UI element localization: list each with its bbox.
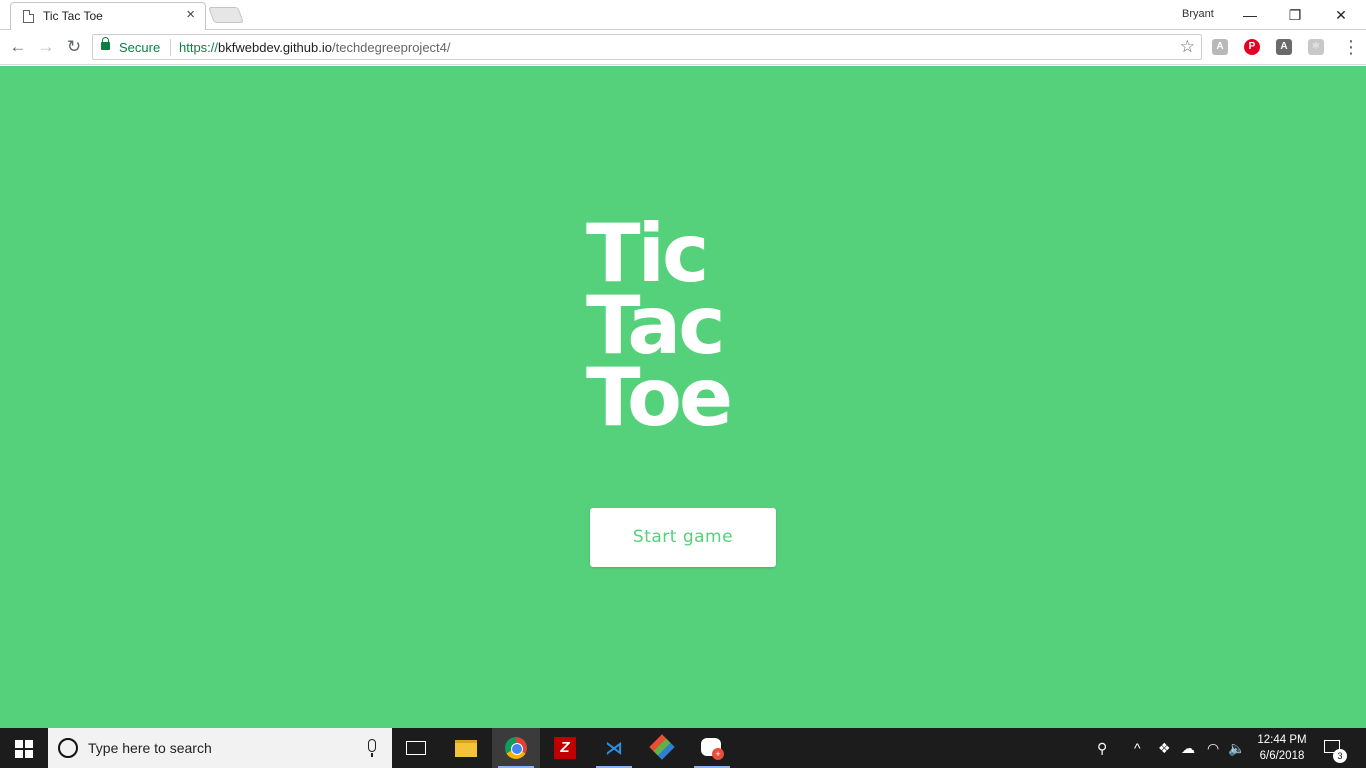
notification-count-badge: 3 — [1333, 749, 1347, 763]
lock-icon — [101, 37, 110, 50]
back-button[interactable]: ← — [7, 36, 29, 58]
discord-badge: + — [712, 748, 724, 760]
security-label[interactable]: Secure — [119, 40, 160, 55]
chrome-icon — [505, 737, 527, 759]
restore-button[interactable]: ❐ — [1280, 4, 1310, 26]
start-screen: Tic Tac Toe Start game — [0, 66, 1366, 728]
browser-menu-icon[interactable]: ⋮ — [1342, 36, 1360, 58]
url-host: bkfwebdev.github.io — [218, 40, 332, 55]
close-window-button[interactable]: ✕ — [1326, 4, 1356, 26]
tab-title: Tic Tac Toe — [43, 9, 103, 23]
pinterest-extension-icon[interactable]: P — [1244, 39, 1260, 55]
browser-tab-strip: Tic Tac Toe × Bryant — ❐ ✕ — [0, 0, 1366, 30]
wifi-icon[interactable]: ◠ — [1207, 740, 1219, 756]
reload-button[interactable]: ↻ — [63, 36, 85, 58]
bookmark-star-icon[interactable]: ☆ — [1180, 37, 1195, 57]
git-taskbar-button[interactable] — [639, 728, 687, 768]
react-devtools-icon[interactable]: ⚛ — [1308, 39, 1324, 55]
vscode-taskbar-button[interactable]: ⋊ — [590, 728, 638, 768]
taskbar-clock[interactable]: 12:44 PM 6/6/2018 — [1252, 732, 1312, 764]
url-text[interactable]: https://bkfwebdev.github.io/techdegreepr… — [179, 40, 451, 55]
document-icon — [23, 10, 34, 23]
dropbox-icon[interactable]: ❖ — [1158, 740, 1171, 756]
discord-taskbar-button[interactable]: + — [688, 728, 736, 768]
task-view-button[interactable] — [392, 728, 440, 768]
clock-time: 12:44 PM — [1257, 734, 1307, 746]
onedrive-icon[interactable]: ☁ — [1181, 740, 1195, 756]
git-icon — [649, 734, 675, 760]
new-tab-button[interactable] — [208, 7, 244, 23]
filezilla-taskbar-button[interactable]: Z — [541, 728, 589, 768]
tab-tic-tac-toe[interactable]: Tic Tac Toe × — [10, 2, 206, 30]
filezilla-icon: Z — [554, 737, 576, 759]
minimize-button[interactable]: — — [1235, 4, 1265, 26]
forward-button[interactable]: → — [35, 36, 57, 58]
chrome-taskbar-button[interactable] — [492, 728, 540, 768]
vscode-icon: ⋊ — [605, 738, 623, 758]
folder-icon — [455, 740, 477, 757]
address-bar[interactable]: Secure https://bkfwebdev.github.io/techd… — [92, 34, 1202, 60]
show-hidden-icons-chevron-icon[interactable]: ^ — [1134, 740, 1141, 756]
url-scheme: https:// — [179, 40, 219, 55]
start-game-button[interactable]: Start game — [590, 508, 776, 567]
logo-line-toe: Toe — [586, 351, 733, 444]
windows-taskbar: Type here to search Z ⋊ + ⚲ ^ ❖ ☁ ◠ 🔈 12… — [0, 728, 1366, 768]
clock-date: 6/6/2018 — [1259, 750, 1305, 762]
cortana-icon[interactable] — [58, 738, 78, 758]
profile-name[interactable]: Bryant — [1182, 8, 1214, 20]
url-divider — [170, 39, 171, 56]
game-logo: Tic Tac Toe — [586, 214, 786, 444]
microphone-icon[interactable] — [368, 739, 376, 757]
taskbar-search-box[interactable]: Type here to search — [48, 728, 392, 768]
people-icon[interactable]: ⚲ — [1097, 740, 1107, 756]
search-placeholder: Type here to search — [88, 740, 212, 756]
tab-close-button[interactable]: × — [186, 7, 195, 23]
volume-icon[interactable]: 🔈 — [1228, 740, 1245, 756]
angular-extension-icon[interactable]: A — [1212, 39, 1228, 55]
task-view-icon — [406, 741, 426, 755]
windows-start-icon[interactable] — [15, 740, 33, 758]
url-path: /techdegreeproject4/ — [331, 40, 451, 55]
browser-toolbar: ← → ↻ Secure https://bkfwebdev.github.io… — [0, 30, 1366, 65]
file-explorer-button[interactable] — [442, 728, 490, 768]
angular-devtools-icon[interactable]: A — [1276, 39, 1292, 55]
